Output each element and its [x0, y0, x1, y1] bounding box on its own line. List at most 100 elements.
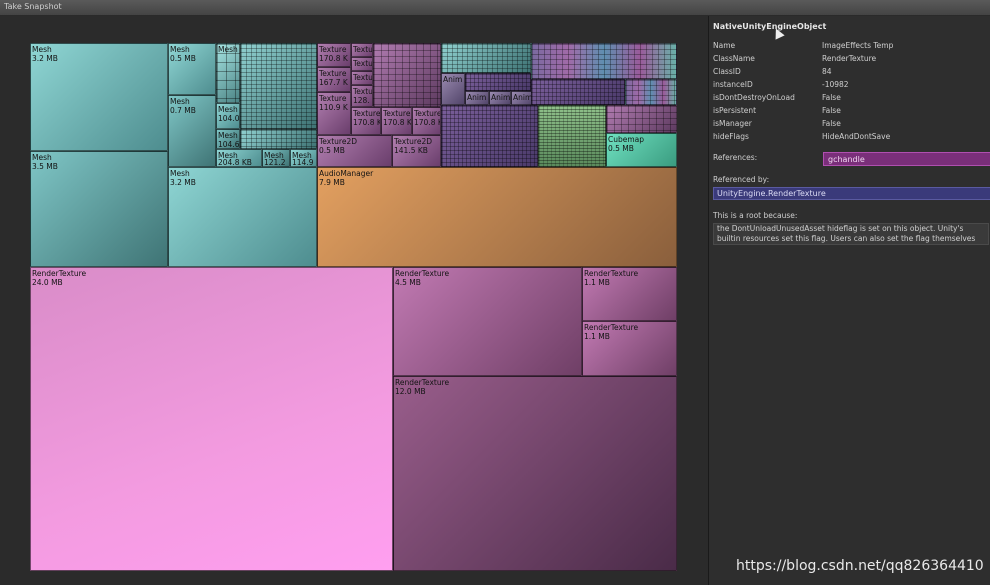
treemap-cell-rendertexture-1-1a[interactable]: RenderTexture 1.1 MB	[582, 267, 677, 321]
property-value: -10982	[822, 80, 849, 89]
memory-treemap: Mesh 3.2 MB Mesh 3.5 MB Mesh 0.5 MB Mesh…	[30, 43, 677, 571]
treemap-cell-anim-c[interactable]: Anim	[489, 91, 511, 105]
treemap-cell-texture-grid[interactable]	[373, 43, 441, 107]
treemap-cell-mesh-3-2b[interactable]: Mesh 3.2 MB	[168, 167, 317, 267]
cell-type: RenderTexture	[395, 378, 450, 387]
treemap-cell-texture-167-7[interactable]: Texture 167.7 K	[317, 67, 351, 92]
treemap-cell-rendertexture-12[interactable]: RenderTexture 12.0 MB	[393, 376, 677, 571]
treemap-cell-mesh-grid[interactable]	[240, 43, 317, 129]
treemap-cell-texture2d-141-5[interactable]: Texture2D 141.5 KB	[392, 135, 441, 167]
cell-type: Mesh	[170, 97, 190, 106]
cell-size: 170.8 K	[383, 118, 412, 127]
cell-type: Anim	[443, 75, 463, 84]
treemap-cell-mesh-104-6[interactable]: Mesh 104.6	[216, 129, 240, 149]
treemap-cell-anim-b[interactable]: Anim	[465, 91, 489, 105]
cell-size: 3.2 MB	[170, 178, 196, 187]
cell-size: 104.0	[218, 114, 240, 123]
root-reason-label: This is a root because:	[713, 211, 798, 220]
property-row-classname: ClassName RenderTexture	[713, 54, 987, 66]
reference-gchandle-button[interactable]: gchandle	[823, 152, 990, 166]
cell-size: 110.9 K	[319, 103, 348, 112]
treemap-cell-misc-grid-e[interactable]	[606, 105, 677, 133]
treemap-cell-texture-128[interactable]: Texture 128.	[351, 85, 373, 107]
cell-size: 0.5 MB	[319, 146, 345, 155]
property-key: isManager	[713, 119, 752, 128]
cell-type: Cubemap	[608, 135, 645, 144]
root-reason-text: the DontUnloadUnusedAsset hideflag is se…	[713, 223, 989, 245]
cell-size: 167.7 K	[319, 78, 348, 87]
property-key: instanceID	[713, 80, 753, 89]
property-key: hideFlags	[713, 132, 749, 141]
cell-type: Texture	[319, 94, 347, 103]
treemap-cell-green-grid[interactable]	[538, 105, 606, 167]
cell-type: Texture	[383, 109, 411, 118]
treemap-cell-mesh-104-0[interactable]: Mesh 104.0	[216, 103, 240, 129]
cell-type: Texture	[353, 59, 373, 68]
treemap-cell-texture-c[interactable]: Texture	[351, 71, 373, 85]
treemap-cell-rendertexture-24[interactable]: RenderTexture 24.0 MB	[30, 267, 393, 571]
take-snapshot-button[interactable]: Take Snapshot	[4, 2, 62, 11]
cell-size: 12.0 MB	[395, 387, 426, 396]
treemap-cell-mesh-121-2[interactable]: Mesh 121.2	[262, 149, 290, 167]
treemap-cell-texture-170-8-b[interactable]: Texture 170.8 K	[351, 107, 381, 135]
treemap-cell-texture-170-8-c[interactable]: Texture 170.8 K	[381, 107, 412, 135]
cell-type: Texture2D	[394, 137, 433, 146]
cell-type: Texture	[353, 87, 373, 96]
treemap-cell-misc-grid-b[interactable]	[531, 43, 677, 79]
cell-size: 114.9	[292, 158, 314, 167]
cell-size: 24.0 MB	[32, 278, 63, 287]
cell-size: 7.9 MB	[319, 178, 345, 187]
cell-size: 170.8 K	[353, 118, 381, 127]
treemap-cell-rendertexture-4-5[interactable]: RenderTexture 4.5 MB	[393, 267, 582, 376]
property-value: False	[822, 119, 841, 128]
cell-size: 4.5 MB	[395, 278, 421, 287]
treemap-cell-misc-grid-d[interactable]	[625, 79, 677, 105]
property-row-instanceid: instanceID -10982	[713, 80, 987, 92]
cell-type: Mesh	[170, 45, 190, 54]
cell-size: 3.2 MB	[32, 54, 58, 63]
treemap-cell-texture-170-8[interactable]: Texture 170.8 K	[317, 43, 351, 67]
treemap-cell-cubemap[interactable]: Cubemap 0.5 MB	[606, 133, 677, 167]
inspector-panel: NativeUnityEngineObject Name ImageEffect…	[708, 16, 990, 585]
treemap-cell-rendertexture-1-1b[interactable]: RenderTexture 1.1 MB	[582, 321, 677, 376]
treemap-cell-texture-b[interactable]: Texture	[351, 57, 373, 71]
treemap-cell-anim-d[interactable]: Anim	[511, 91, 533, 105]
cell-type: Texture	[353, 45, 373, 54]
treemap-cell-mesh-grid-b[interactable]	[240, 129, 317, 149]
treemap-cell-mesh-3-5[interactable]: Mesh 3.5 MB	[30, 151, 168, 267]
cell-type: Texture	[319, 69, 347, 78]
watermark-url: https://blog.csdn.net/qq826364410	[736, 558, 984, 574]
treemap-cell-anim-a[interactable]: Anim	[441, 73, 465, 105]
cell-size: 0.5 MB	[608, 144, 634, 153]
treemap-cell-texture-170-8-d[interactable]: Texture 170.8 K	[412, 107, 441, 135]
cell-type: Texture2D	[319, 137, 358, 146]
treemap-cell-texture-110-9[interactable]: Texture 110.9 K	[317, 92, 351, 135]
cell-type: Texture	[319, 45, 347, 54]
treemap-cell-misc-grid-a[interactable]	[441, 43, 531, 73]
toolbar: Take Snapshot	[0, 0, 990, 16]
treemap-cell-mesh-0-7[interactable]: Mesh 0.7 MB	[168, 95, 216, 167]
treemap-cell-mesh-3-2[interactable]: Mesh 3.2 MB	[30, 43, 168, 151]
cell-type: Mesh	[170, 169, 190, 178]
treemap-cell-anim-grid[interactable]	[465, 73, 531, 91]
treemap-cell-misc-grid-c[interactable]	[531, 79, 625, 105]
treemap-cell-mesh-0-5[interactable]: Mesh 0.5 MB	[168, 43, 216, 95]
cell-size: 104.6	[218, 140, 240, 149]
cell-size: 1.1 MB	[584, 332, 610, 341]
cell-type: Mesh	[32, 153, 52, 162]
cell-type: RenderTexture	[584, 323, 639, 332]
treemap-cell-mesh-114-9[interactable]: Mesh 114.9	[290, 149, 317, 167]
referenced-by-rendertexture-button[interactable]: UnityEngine.RenderTexture	[713, 187, 990, 200]
cell-size: 128.	[353, 96, 370, 105]
treemap-cell-purple-grid[interactable]	[441, 105, 538, 167]
treemap-panel: Mesh 3.2 MB Mesh 3.5 MB Mesh 0.5 MB Mesh…	[0, 16, 708, 585]
cell-size: 0.7 MB	[170, 106, 196, 115]
cell-size: 0.5 MB	[170, 54, 196, 63]
cell-size: 170.8 K	[414, 118, 441, 127]
treemap-cell-texture2d-0-5[interactable]: Texture2D 0.5 MB	[317, 135, 392, 167]
treemap-cell-texture-a[interactable]: Texture	[351, 43, 373, 57]
treemap-cell-audiomanager[interactable]: AudioManager 7.9 MB	[317, 167, 677, 267]
property-value: ImageEffects Temp	[822, 41, 894, 50]
treemap-cell-mesh-a[interactable]: Mesh	[216, 43, 240, 103]
treemap-cell-mesh-204-8[interactable]: Mesh 204.8 KB	[216, 149, 262, 167]
